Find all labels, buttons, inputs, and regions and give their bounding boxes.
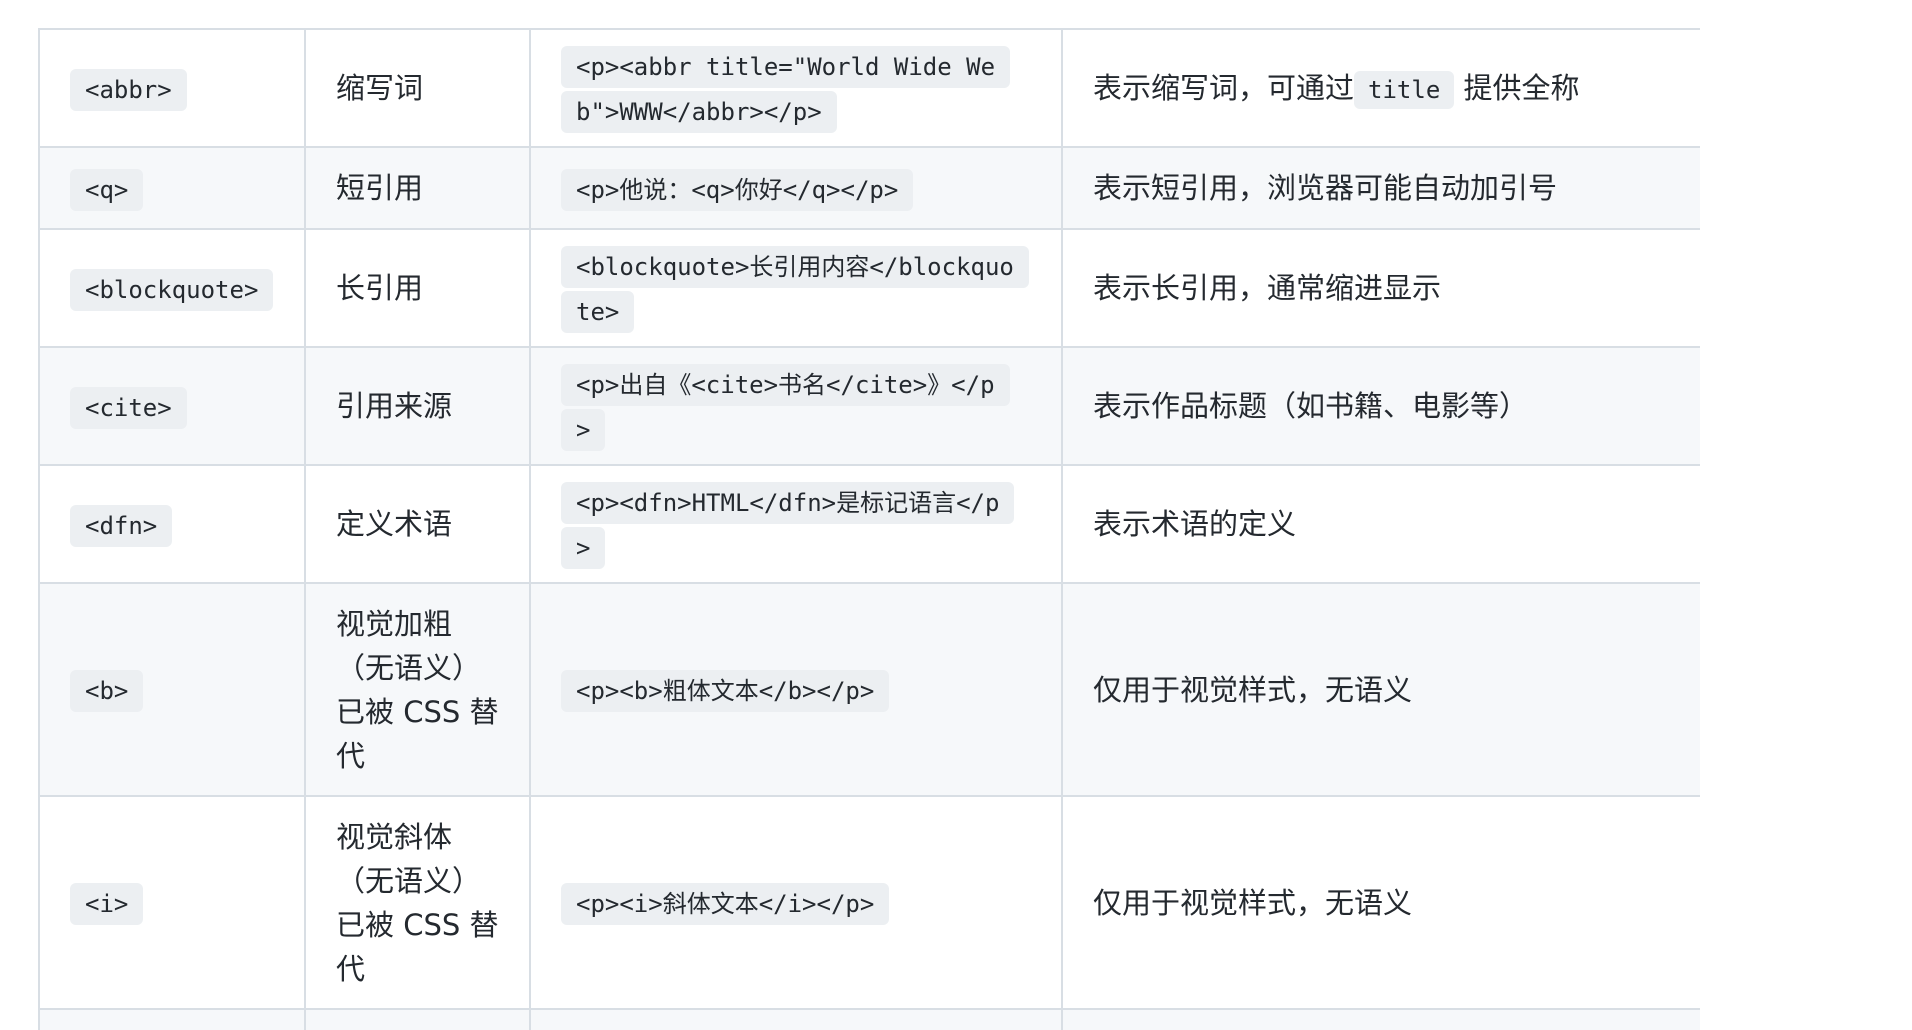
table-row: <blockquote> 长引用 <blockquote>长引用内容</bloc… <box>38 228 1700 348</box>
example-code: <p><i>斜体文本</i></p> <box>561 883 890 925</box>
tag-cell: <blockquote> <box>38 228 306 348</box>
name-cell: 视觉加粗（无语义）已被 CSS 替代 <box>304 582 531 797</box>
name-cell: 定义术语 <box>304 464 531 584</box>
description-text: 提供全称 <box>1454 70 1580 105</box>
table-row: <i> 视觉斜体（无语义）已被 CSS 替代 <p><i>斜体文本</i></p… <box>38 795 1700 1010</box>
example-cell: <p><dfn>HTML</dfn>是标记语言</p> <box>529 464 1063 584</box>
table-row: <q> 短引用 <p>他说：<q>你好</q></p> 表示短引用，浏览器可能自… <box>38 146 1700 230</box>
table-row: <dfn> 定义术语 <p><dfn>HTML</dfn>是标记语言</p> 表… <box>38 464 1700 584</box>
example-cell: <p>出自《<cite>书名</cite>》</p> <box>529 346 1063 466</box>
tag-code: <q> <box>70 168 144 211</box>
name-cell: 长引用 <box>304 228 531 348</box>
description-cell: 表示缩写词，可通过 title 提供全称 <box>1061 28 1700 148</box>
tag-code: <dfn> <box>70 504 173 547</box>
tag-code: <blockquote> <box>70 268 274 311</box>
example-code: <p><dfn>HTML</dfn>是标记语言</p> <box>561 482 1015 569</box>
table-row: <abbr> 缩写词 <p><abbr title="World Wide We… <box>38 28 1700 148</box>
description-cell: 仅用于视觉样式，无语义 <box>1061 582 1700 797</box>
description-text: 表示缩写词，可通过 <box>1093 70 1355 105</box>
description-cell: 表示短引用，浏览器可能自动加引号 <box>1061 146 1700 230</box>
tag-cell: <cite> <box>38 346 306 466</box>
html-tags-table: <abbr> 缩写词 <p><abbr title="World Wide We… <box>38 28 1700 1030</box>
example-cell <box>529 1008 1063 1030</box>
description-code: title <box>1354 70 1455 109</box>
example-cell: <p><i>斜体文本</i></p> <box>529 795 1063 1010</box>
example-code: <p><b>粗体文本</b></p> <box>561 670 890 712</box>
example-cell: <blockquote>长引用内容</blockquote> <box>529 228 1063 348</box>
tag-cell: <i> <box>38 795 306 1010</box>
table-row-partial <box>38 1008 1700 1030</box>
description-cell: 表示长引用，通常缩进显示 <box>1061 228 1700 348</box>
tag-cell: <abbr> <box>38 28 306 148</box>
name-cell: 短引用 <box>304 146 531 230</box>
description-cell <box>1061 1008 1700 1030</box>
table-row: <cite> 引用来源 <p>出自《<cite>书名</cite>》</p> 表… <box>38 346 1700 466</box>
example-cell: <p>他说：<q>你好</q></p> <box>529 146 1063 230</box>
name-text: 视觉斜体（无语义）已被 CSS 替代 <box>336 819 499 986</box>
tag-code: <i> <box>70 883 144 925</box>
name-cell: 视觉斜体（无语义）已被 CSS 替代 <box>304 795 531 1010</box>
name-text: 视觉加粗（无语义）已被 CSS 替代 <box>336 606 499 773</box>
description-cell: 表示作品标题（如书籍、电影等） <box>1061 346 1700 466</box>
description-cell: 仅用于视觉样式，无语义 <box>1061 795 1700 1010</box>
html-tags-table-container: <abbr> 缩写词 <p><abbr title="World Wide We… <box>38 28 1700 1030</box>
example-cell: <p><b>粗体文本</b></p> <box>529 582 1063 797</box>
name-cell: 缩写词 <box>304 28 531 148</box>
tag-code: <cite> <box>70 386 187 429</box>
name-cell <box>304 1008 531 1030</box>
tag-code: <abbr> <box>70 68 187 111</box>
description-cell: 表示术语的定义 <box>1061 464 1700 584</box>
table-row: <b> 视觉加粗（无语义）已被 CSS 替代 <p><b>粗体文本</b></p… <box>38 582 1700 797</box>
example-code: <p><abbr title="World Wide Web">WWW</abb… <box>561 46 1011 133</box>
example-code: <blockquote>长引用内容</blockquote> <box>561 246 1029 333</box>
name-cell: 引用来源 <box>304 346 531 466</box>
tag-cell: <dfn> <box>38 464 306 584</box>
example-code: <p>出自《<cite>书名</cite>》</p> <box>561 364 1010 451</box>
tag-cell: <q> <box>38 146 306 230</box>
tag-code: <b> <box>70 670 144 712</box>
example-code: <p>他说：<q>你好</q></p> <box>561 168 914 211</box>
tag-cell: <b> <box>38 582 306 797</box>
tag-cell <box>38 1008 306 1030</box>
example-cell: <p><abbr title="World Wide Web">WWW</abb… <box>529 28 1063 148</box>
